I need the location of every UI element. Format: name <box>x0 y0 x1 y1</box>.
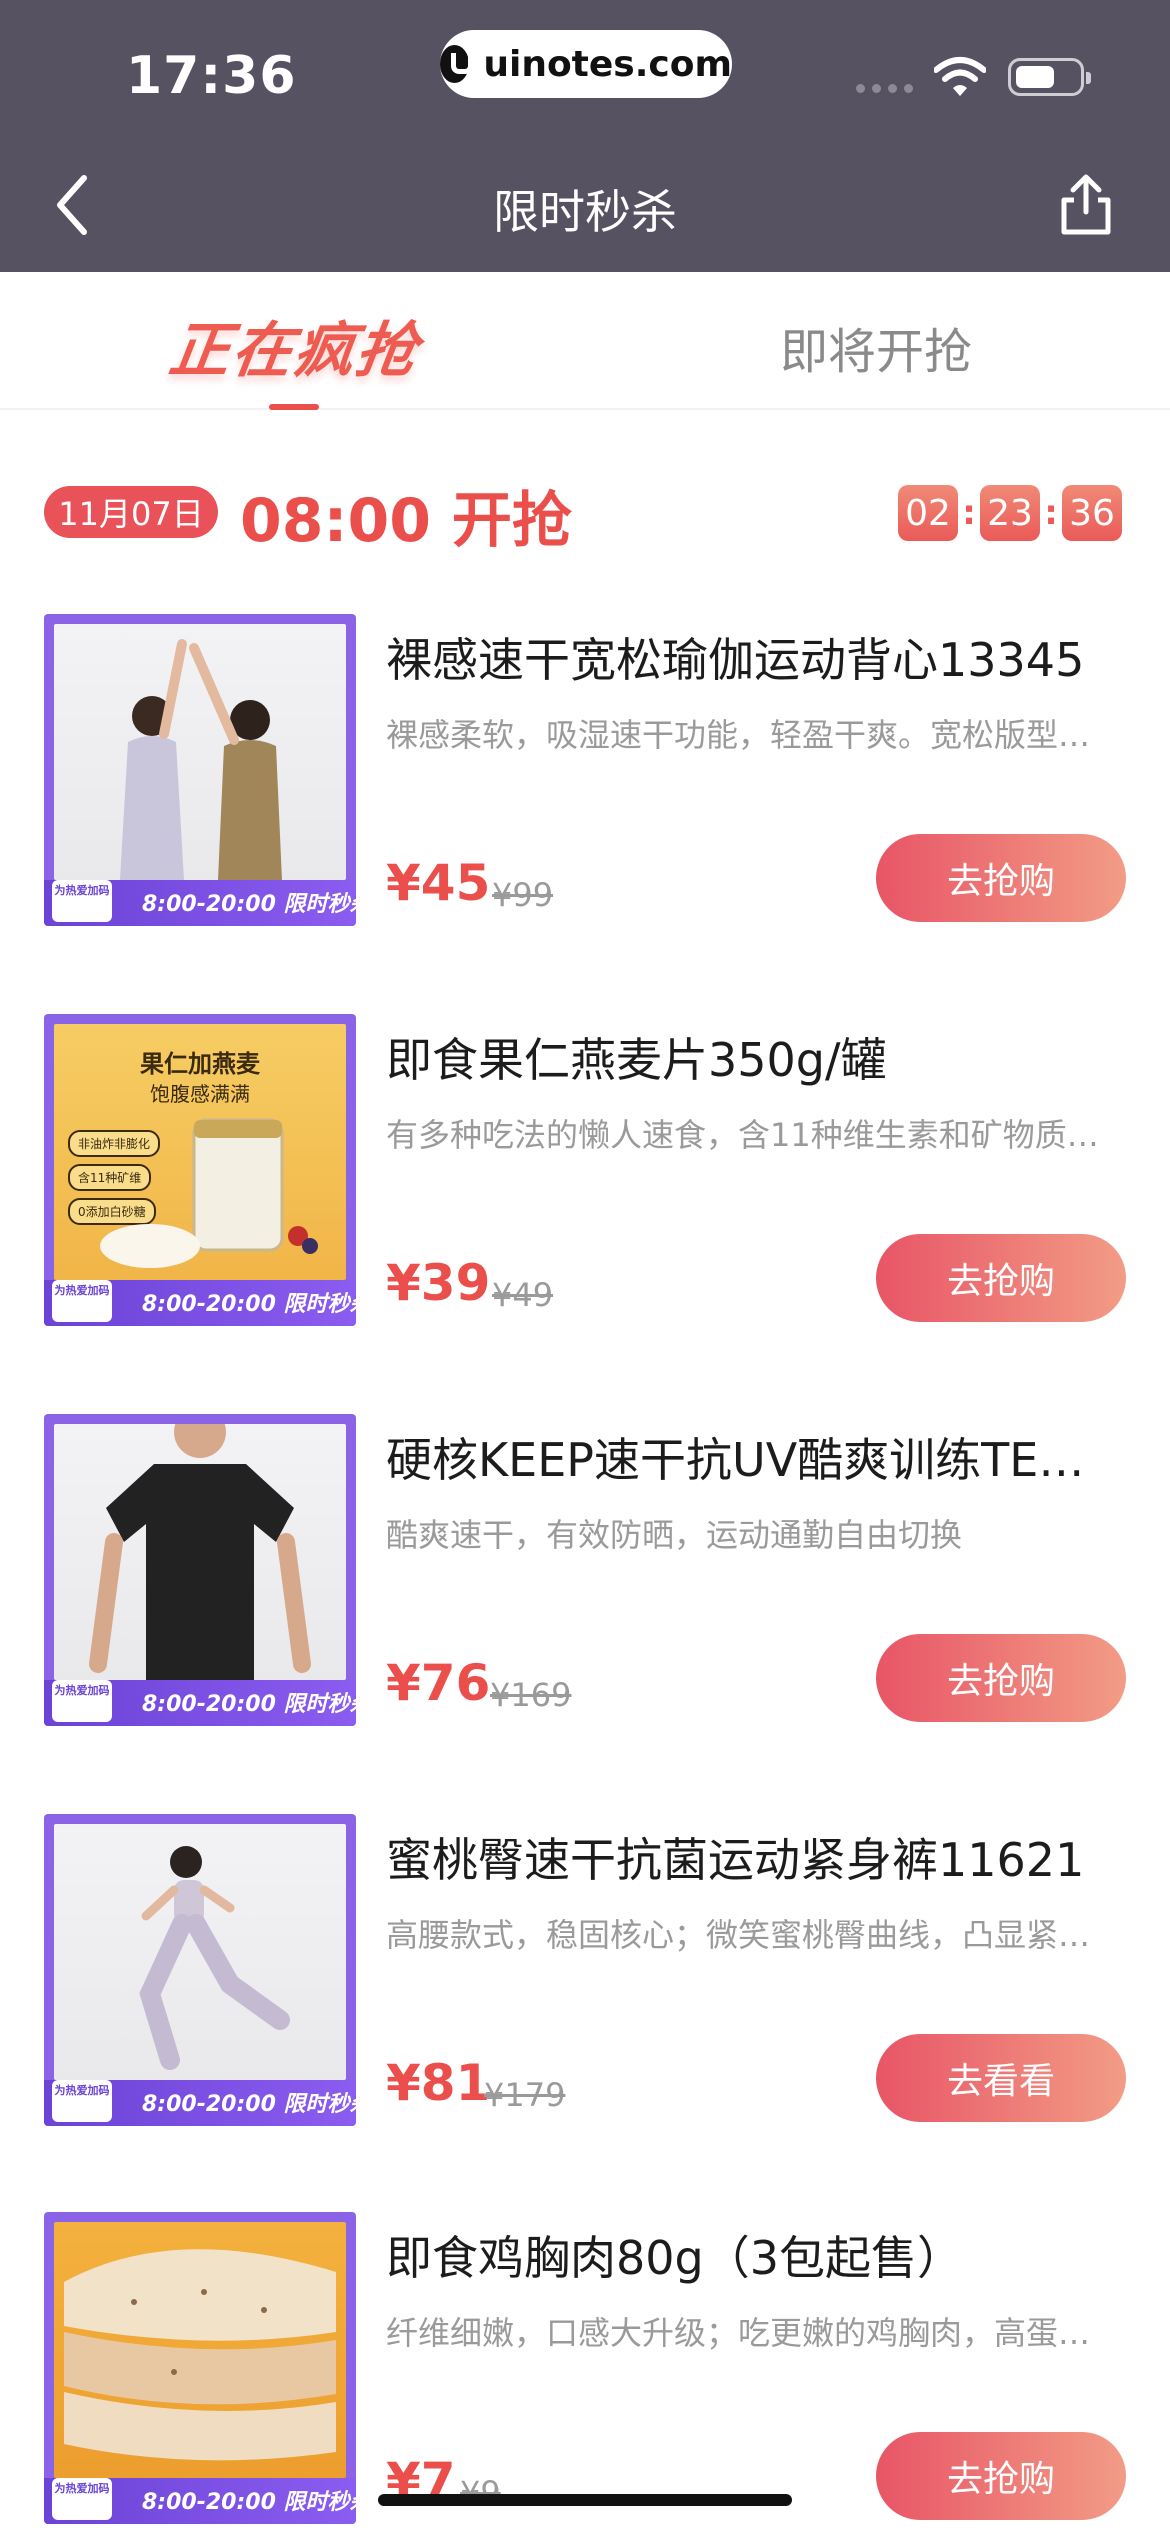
oat-jar-image: 果仁加燕麦 饱腹感满满 非油炸非膨化 含11种矿维 0添加白砂糖 <box>54 1024 346 1280</box>
status-time: 17:36 <box>126 46 297 106</box>
flash-sale-hours: 8:00-20:00 限时秒杀 <box>142 892 356 917</box>
flash-sale-page: 17:36 uinotes.com 限时秒杀 正在疯抢 即将开抢 11月07日 <box>0 0 1170 2532</box>
wifi-icon <box>934 57 986 96</box>
brand-logo: 为热爱加码 <box>52 1280 112 1322</box>
original-price: ¥179 <box>484 2076 566 2114</box>
countdown-seconds: 36 <box>1062 485 1122 541</box>
product-thumbnail[interactable]: 为热爱加码 8:00-20:00 限时秒杀 <box>44 1414 356 1726</box>
product-title: 硬核KEEP速干抗UV酷爽训练TE… <box>386 1433 1085 1487</box>
product-item[interactable]: 为热爱加码 8:00-20:00 限时秒杀 即食鸡胸肉80g（3包起售） 纤维细… <box>0 2212 1170 2532</box>
product-thumbnail[interactable]: 为热爱加码 8:00-20:00 限时秒杀 <box>44 2212 356 2524</box>
page-title: 限时秒杀 <box>493 185 677 239</box>
product-item[interactable]: 为热爱加码 8:00-20:00 限时秒杀 蜜桃臀速干抗菌运动紧身裤11621 … <box>0 1814 1170 2134</box>
top-bar: 17:36 uinotes.com 限时秒杀 <box>0 0 1170 272</box>
countdown-timer: 02 : 23 : 36 <box>898 485 1122 541</box>
home-indicator[interactable] <box>378 2494 792 2506</box>
yoga-women-image <box>54 624 346 880</box>
brand-logo: 为热爱加码 <box>52 880 112 922</box>
product-title: 即食鸡胸肉80g（3包起售） <box>386 2231 963 2285</box>
flash-sale-banner: 为热爱加码 8:00-20:00 限时秒杀 <box>44 1680 356 1726</box>
product-thumbnail[interactable]: 为热爱加码 8:00-20:00 限时秒杀 <box>44 1814 356 2126</box>
countdown-minutes: 23 <box>980 485 1040 541</box>
battery-icon <box>1008 58 1091 96</box>
tab-bar: 正在疯抢 即将开抢 <box>0 272 1170 410</box>
flash-sale-banner: 为热爱加码 8:00-20:00 限时秒杀 <box>44 2478 356 2524</box>
product-description: 纤维细嫩，口感大升级；吃更嫩的鸡胸肉，高蛋… <box>386 2314 1091 2352</box>
original-price: ¥99 <box>492 876 554 914</box>
countdown-separator: : <box>962 493 976 533</box>
flash-sale-hours: 8:00-20:00 限时秒杀 <box>142 1292 356 1317</box>
flash-sale-banner: 为热爱加码 8:00-20:00 限时秒杀 <box>44 880 356 926</box>
product-item[interactable]: 为热爱加码 8:00-20:00 限时秒杀 硬核KEEP速干抗UV酷爽训练TE…… <box>0 1414 1170 1734</box>
sale-price: ¥39 <box>386 1254 491 1312</box>
buy-now-button[interactable]: 去抢购 <box>876 834 1126 922</box>
brand-logo: 为热爱加码 <box>52 2478 112 2520</box>
original-price: ¥49 <box>492 1276 554 1314</box>
black-tshirt-image <box>54 1424 346 1680</box>
buy-now-button[interactable]: 去抢购 <box>876 2432 1126 2520</box>
active-tab-indicator <box>269 404 319 410</box>
sale-price: ¥81 <box>386 2054 491 2112</box>
flash-sale-hours: 8:00-20:00 限时秒杀 <box>142 1692 356 1717</box>
chicken-breast-image <box>54 2222 346 2478</box>
product-thumbnail[interactable]: 果仁加燕麦 饱腹感满满 非油炸非膨化 含11种矿维 0添加白砂糖 为热爱加码 8… <box>44 1014 356 1326</box>
product-description: 有多种吃法的懒人速食，含11种维生素和矿物质… <box>386 1116 1099 1154</box>
brand-logo: 为热爱加码 <box>52 1680 112 1722</box>
product-title: 蜜桃臀速干抗菌运动紧身裤11621 <box>386 1833 1085 1887</box>
url-pill[interactable]: uinotes.com <box>440 30 732 98</box>
flash-sale-banner: 为热爱加码 8:00-20:00 限时秒杀 <box>44 1280 356 1326</box>
product-title: 即食果仁燕麦片350g/罐 <box>386 1033 887 1087</box>
tab-on-sale[interactable]: 正在疯抢 <box>160 302 430 386</box>
countdown-separator: : <box>1044 493 1058 533</box>
tab-coming-soon[interactable]: 即将开抢 <box>780 312 972 382</box>
session-start-time: 08:00 开抢 <box>240 486 572 556</box>
view-button[interactable]: 去看看 <box>876 2034 1126 2122</box>
product-description: 酷爽速干，有效防晒，运动通勤自由切换 <box>386 1516 963 1554</box>
buy-now-button[interactable]: 去抢购 <box>876 1234 1126 1322</box>
brand-logo: 为热爱加码 <box>52 2080 112 2122</box>
flash-sale-hours: 8:00-20:00 限时秒杀 <box>142 2092 356 2117</box>
cellular-signal-icon <box>856 84 913 93</box>
session-date-badge: 11月07日 <box>44 486 218 538</box>
original-price: ¥9 <box>460 2474 501 2512</box>
product-description: 高腰款式，稳固核心；微笑蜜桃臀曲线，凸显紧… <box>386 1916 1091 1954</box>
product-item[interactable]: 为热爱加码 8:00-20:00 限时秒杀 裸感速干宽松瑜伽运动背心13345 … <box>0 614 1170 934</box>
flash-sale-banner: 为热爱加码 8:00-20:00 限时秒杀 <box>44 2080 356 2126</box>
product-title: 裸感速干宽松瑜伽运动背心13345 <box>386 633 1085 687</box>
running-woman-image <box>54 1824 346 2080</box>
buy-now-button[interactable]: 去抢购 <box>876 1634 1126 1722</box>
sale-price: ¥45 <box>386 854 491 912</box>
countdown-hours: 02 <box>898 485 958 541</box>
share-icon[interactable] <box>1056 172 1116 238</box>
original-price: ¥169 <box>490 1676 572 1714</box>
product-thumbnail[interactable]: 为热爱加码 8:00-20:00 限时秒杀 <box>44 614 356 926</box>
product-description: 裸感柔软，吸湿速干功能，轻盈干爽。宽松版型… <box>386 716 1091 754</box>
product-item[interactable]: 果仁加燕麦 饱腹感满满 非油炸非膨化 含11种矿维 0添加白砂糖 为热爱加码 8… <box>0 1014 1170 1334</box>
flash-sale-hours: 8:00-20:00 限时秒杀 <box>142 2490 356 2515</box>
site-logo-icon <box>440 45 474 83</box>
url-text: uinotes.com <box>483 43 732 85</box>
sale-price: ¥76 <box>386 1654 491 1712</box>
tab-on-sale-label: 正在疯抢 <box>165 316 424 386</box>
